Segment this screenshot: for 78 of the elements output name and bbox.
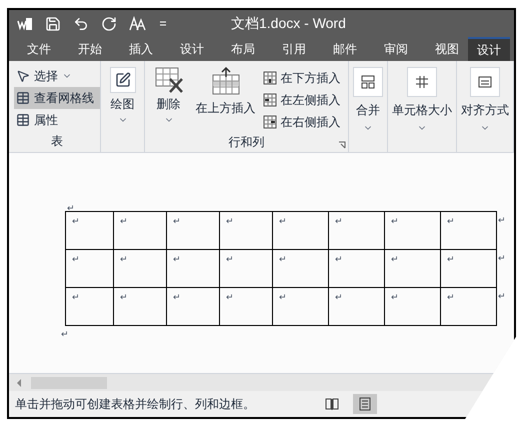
- pointer-icon: [16, 69, 30, 83]
- save-icon[interactable]: [45, 16, 61, 32]
- align-icon: [470, 67, 500, 97]
- redo-icon[interactable]: [101, 16, 117, 32]
- table-cell[interactable]: ↵: [329, 250, 385, 288]
- ribbon-tab[interactable]: 设计: [468, 37, 510, 61]
- table-cell[interactable]: ↵: [273, 212, 329, 250]
- draw-button[interactable]: 绘图: [110, 67, 136, 125]
- undo-icon[interactable]: [73, 16, 89, 32]
- insert-icon: [262, 115, 277, 129]
- table-cell[interactable]: ↵: [329, 212, 385, 250]
- customize-icon[interactable]: [159, 20, 167, 28]
- ribbon-button[interactable]: 属性: [14, 109, 100, 131]
- table-cell[interactable]: ↵: [114, 212, 167, 250]
- font-size-icon[interactable]: [129, 16, 147, 32]
- ribbon-tab[interactable]: 引用: [273, 37, 315, 61]
- table-cell[interactable]: ↵: [167, 250, 220, 288]
- merge-icon: [353, 67, 383, 97]
- window-title: 文档1.docx - Word: [231, 14, 346, 33]
- insert-icon: [262, 93, 277, 107]
- row-end-mark: ↵: [498, 252, 506, 265]
- table-cell[interactable]: ↵: [273, 250, 329, 288]
- ribbon-button[interactable]: 合并: [353, 67, 383, 133]
- table-icon: [16, 113, 30, 127]
- table-cell[interactable]: ↵: [385, 212, 441, 250]
- scroll-left-icon[interactable]: [15, 378, 23, 388]
- insert-button[interactable]: 在左侧插入: [262, 89, 341, 111]
- table-icon: [16, 91, 30, 105]
- table-cell[interactable]: ↵: [441, 212, 497, 250]
- row-end-mark: ↵: [498, 290, 506, 303]
- pencil-icon: [114, 72, 131, 88]
- table-cell[interactable]: ↵: [220, 250, 273, 288]
- delete-button[interactable]: 删除: [144, 67, 193, 134]
- table-cell[interactable]: ↵: [220, 212, 273, 250]
- ribbon-button[interactable]: 选择: [14, 65, 100, 87]
- ribbon-tab[interactable]: 视图: [426, 37, 468, 61]
- table-cell[interactable]: ↵: [114, 288, 167, 326]
- table-cell[interactable]: ↵: [441, 288, 497, 326]
- ribbon-tab[interactable]: 开始: [69, 37, 111, 61]
- insert-row-icon: [212, 67, 240, 95]
- insert-button[interactable]: 在下方插入: [262, 67, 341, 89]
- word-logo-icon: [17, 16, 33, 30]
- ribbon-tab[interactable]: 布局: [222, 37, 264, 61]
- ribbon-tab[interactable]: 文件: [18, 37, 60, 61]
- cell-size-icon: [407, 67, 437, 97]
- status-text: 单击并拖动可创建表格并绘制行、列和边框。: [15, 396, 255, 413]
- group-label: 表: [51, 133, 64, 150]
- ribbon-button[interactable]: 查看网格线: [14, 87, 100, 109]
- ribbon-button[interactable]: 单元格大小: [392, 67, 452, 133]
- table-cell[interactable]: ↵: [167, 288, 220, 326]
- insert-icon: [262, 71, 277, 85]
- table-cell[interactable]: ↵: [66, 288, 114, 326]
- ribbon-button[interactable]: 对齐方式: [461, 67, 509, 133]
- dialog-launcher-icon[interactable]: [338, 141, 346, 149]
- row-end-mark: ↵: [498, 214, 506, 227]
- table-cell[interactable]: ↵: [329, 288, 385, 326]
- delete-table-icon: [154, 67, 183, 93]
- table-cell[interactable]: ↵: [66, 250, 114, 288]
- paragraph-mark: ↵: [61, 328, 70, 341]
- ribbon-tab[interactable]: 邮件: [324, 37, 366, 61]
- ribbon-tab[interactable]: 设计: [171, 37, 213, 61]
- table-cell[interactable]: ↵: [385, 250, 441, 288]
- table-cell[interactable]: ↵: [66, 212, 114, 250]
- group-label: 行和列: [228, 134, 264, 151]
- table-cell[interactable]: ↵: [220, 288, 273, 326]
- table-cell[interactable]: ↵: [167, 212, 220, 250]
- table-cell[interactable]: ↵: [114, 250, 167, 288]
- table-cell[interactable]: ↵: [441, 250, 497, 288]
- read-mode-icon[interactable]: [325, 397, 339, 411]
- ribbon-tab[interactable]: 审阅: [375, 37, 417, 61]
- page-icon: [359, 397, 371, 411]
- ribbon-tab[interactable]: 插入: [120, 37, 162, 61]
- insert-above-button[interactable]: 在上方插入: [192, 67, 259, 134]
- table-cell[interactable]: ↵: [273, 288, 329, 326]
- print-layout-button[interactable]: [353, 394, 377, 414]
- table-cell[interactable]: ↵: [385, 288, 441, 326]
- insert-button[interactable]: 在右侧插入: [262, 111, 341, 133]
- paragraph-mark: ↵: [66, 205, 76, 211]
